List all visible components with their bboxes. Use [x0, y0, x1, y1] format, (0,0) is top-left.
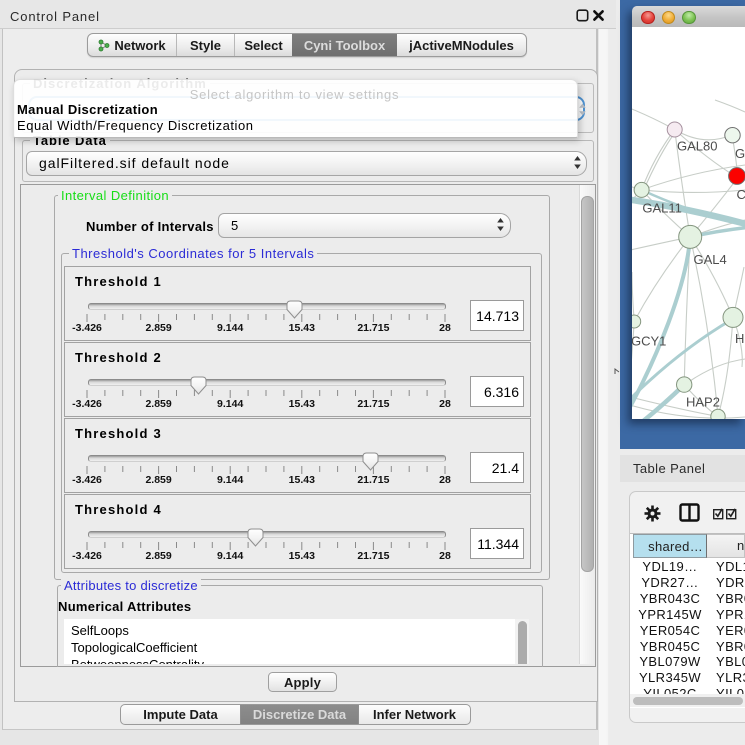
- svg-text:GCY1: GCY1: [632, 334, 666, 349]
- svg-text:GAL4: GAL4: [694, 252, 727, 267]
- svg-text:H: H: [735, 331, 744, 346]
- svg-text:HAP2: HAP2: [686, 395, 720, 410]
- svg-text:GAL11: GAL11: [642, 201, 682, 216]
- svg-text:GAL80: GAL80: [677, 139, 717, 154]
- svg-text:C: C: [737, 187, 745, 202]
- svg-text:GA: GA: [735, 146, 745, 161]
